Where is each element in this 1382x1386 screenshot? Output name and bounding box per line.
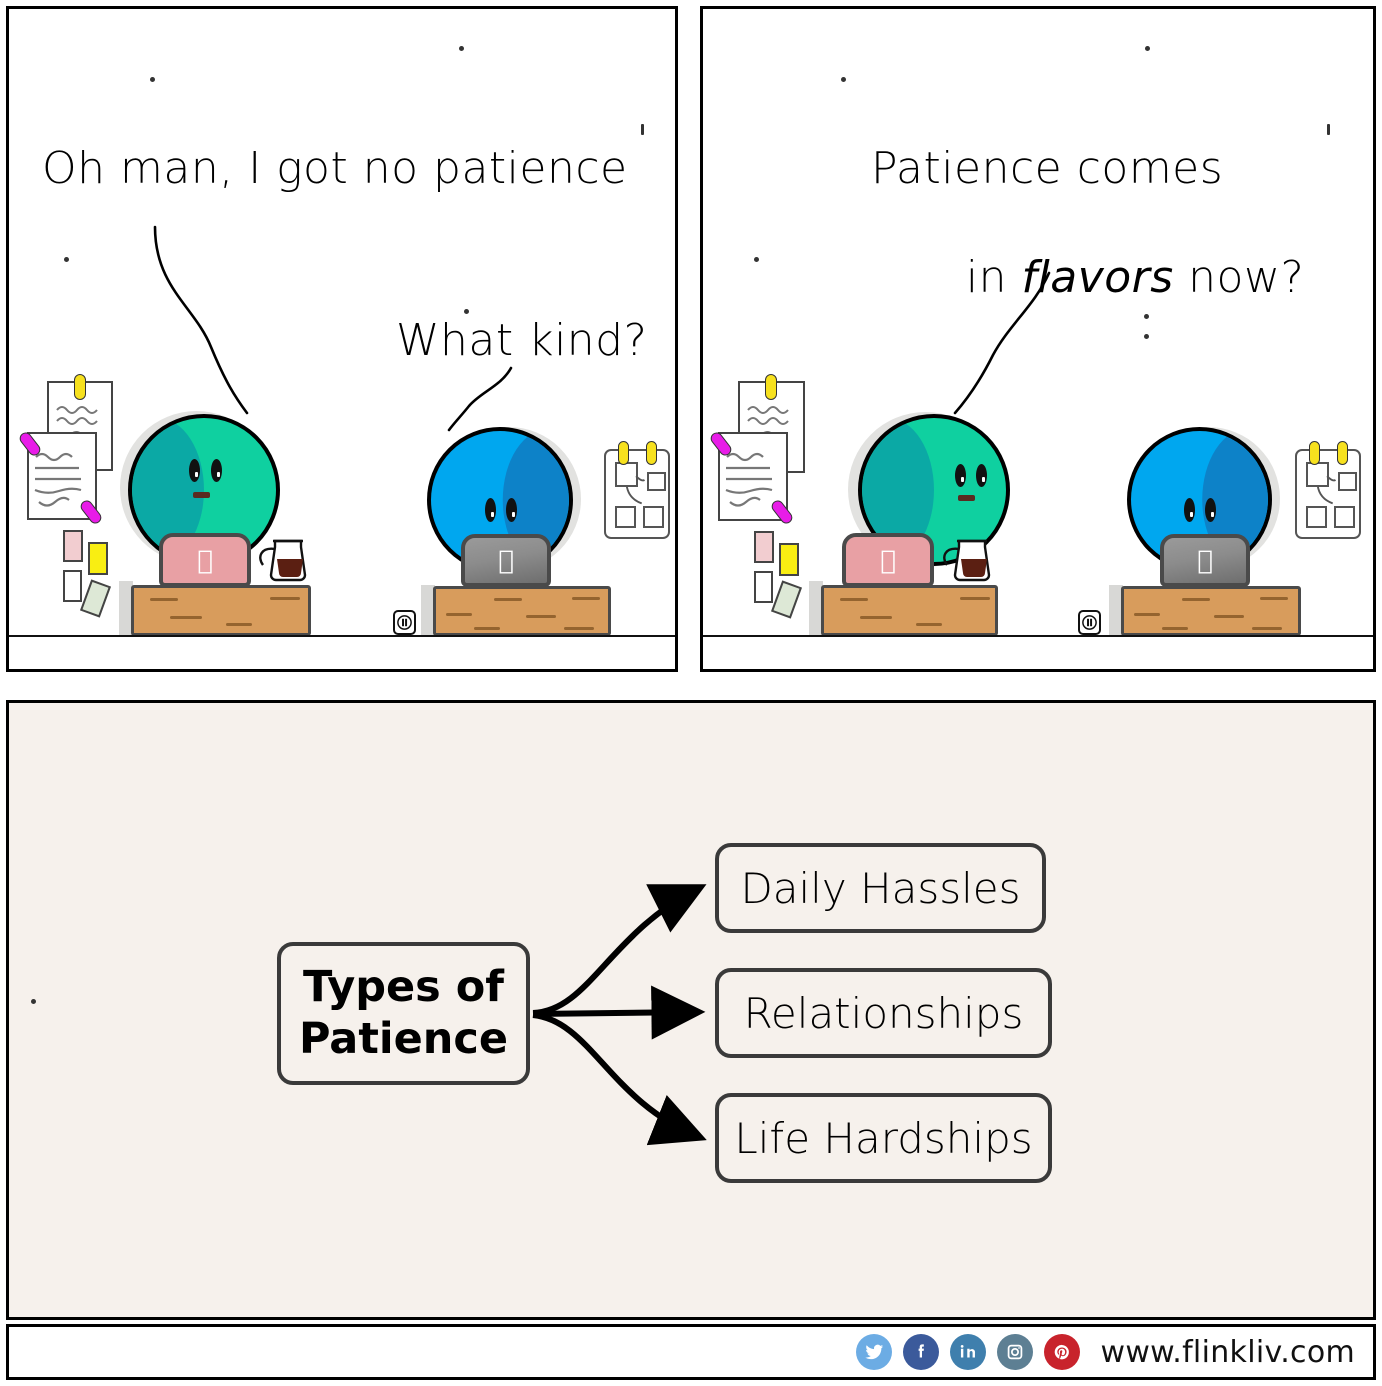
apple-logo-icon:  [880, 548, 896, 574]
flowchart-poster [604, 449, 670, 539]
speck [641, 124, 644, 135]
laptop-pink:  [842, 533, 934, 587]
laptop-pink:  [159, 533, 251, 587]
pause-outlet-icon [1078, 610, 1101, 635]
sticky-note-pink [63, 530, 83, 562]
pin-yellow-poster-right [1337, 441, 1348, 465]
green-character-eye-left [955, 464, 966, 487]
twitter-icon[interactable] [856, 1334, 893, 1370]
paper-scribbles-front [34, 452, 82, 507]
desk-blue [1121, 586, 1301, 636]
apple-logo-icon:  [498, 548, 514, 574]
linkedin-icon[interactable] [950, 1334, 987, 1370]
comic-strip: Oh man, I got no patience What kind? Pat… [0, 0, 1382, 1386]
diagram-arrows [532, 884, 707, 1146]
diagram-node-root[interactable]: Types of Patience [277, 942, 530, 1085]
speck [459, 46, 464, 51]
pinterest-icon[interactable] [1044, 1334, 1081, 1370]
apple-logo-icon:  [197, 548, 213, 574]
desk-blue [433, 586, 611, 636]
green-character-mouth [193, 492, 210, 498]
desk-green [821, 585, 998, 636]
comic-panel-1: Oh man, I got no patience What kind? [6, 6, 678, 672]
paper-scribbles-front [725, 452, 773, 507]
blue-character-eye-left [485, 498, 496, 522]
sticky-note-pink [754, 531, 774, 563]
facebook-icon[interactable] [903, 1334, 940, 1370]
speck [1327, 124, 1330, 135]
pause-outlet-icon [393, 610, 416, 635]
laptop-grey:  [1160, 534, 1250, 587]
diagram-node-relationships[interactable]: Relationships [715, 968, 1052, 1058]
footer-bar: www.flinkliv.com [6, 1324, 1376, 1380]
speck [64, 257, 69, 262]
sticky-note-white [63, 570, 82, 602]
sticky-note-green [79, 579, 112, 618]
speck [150, 77, 155, 82]
floor-line [9, 635, 675, 637]
dialogue-blue-panel1: What kind? [396, 315, 648, 366]
speech-tail-blue-panel1 [447, 366, 513, 432]
dialogue-text-emphasis: flavors [1021, 251, 1174, 303]
sticky-note-green [770, 580, 803, 619]
pin-yellow-poster-right [646, 441, 657, 465]
green-character-mouth [958, 495, 975, 501]
sticky-note-white [754, 571, 773, 603]
flowchart-poster [1295, 449, 1361, 539]
blue-character-eye-right [506, 498, 517, 522]
footer-social-row: www.flinkliv.com [856, 1327, 1355, 1377]
sticky-note-yellow [779, 543, 799, 576]
dialogue-green-panel2-line2: in flavors now? [879, 197, 1304, 358]
pin-yellow [74, 374, 86, 400]
dialogue-green-panel2-line1: Patience comes [871, 143, 1224, 194]
pin-yellow-poster-left [1309, 441, 1320, 465]
speck [841, 77, 846, 82]
green-character-eye-left [189, 459, 200, 482]
coffee-carafe [259, 539, 307, 582]
desk-green [131, 585, 311, 636]
pin-yellow-poster-left [618, 441, 629, 465]
speech-tail-green-panel1 [153, 225, 249, 415]
comic-panel-3-diagram: Types of Patience Daily Hassles Relation… [6, 700, 1376, 1320]
site-url-text[interactable]: www.flinkliv.com [1100, 1335, 1355, 1370]
diagram-node-daily-hassles[interactable]: Daily Hassles [715, 843, 1046, 933]
diagram-node-life-hardships[interactable]: Life Hardships [715, 1093, 1052, 1183]
pin-yellow [765, 374, 777, 400]
blue-character-eye-left [1184, 498, 1195, 522]
speck [1145, 46, 1150, 51]
apple-logo-icon:  [1197, 548, 1213, 574]
laptop-grey:  [461, 534, 551, 587]
green-character-eye-right [211, 459, 222, 482]
floor-line [703, 635, 1373, 637]
dialogue-text-post: now? [1173, 251, 1305, 303]
dialogue-text-pre: in [965, 251, 1022, 303]
sticky-note-yellow [88, 542, 108, 575]
dialogue-green-panel1: Oh man, I got no patience [42, 143, 628, 194]
blue-character-eye-right [1205, 498, 1216, 522]
speck [754, 257, 759, 262]
green-character-eye-right [976, 464, 987, 487]
comic-panel-2: Patience comes in flavors now? [700, 6, 1376, 672]
coffee-carafe [943, 539, 991, 582]
instagram-icon[interactable] [997, 1334, 1034, 1370]
